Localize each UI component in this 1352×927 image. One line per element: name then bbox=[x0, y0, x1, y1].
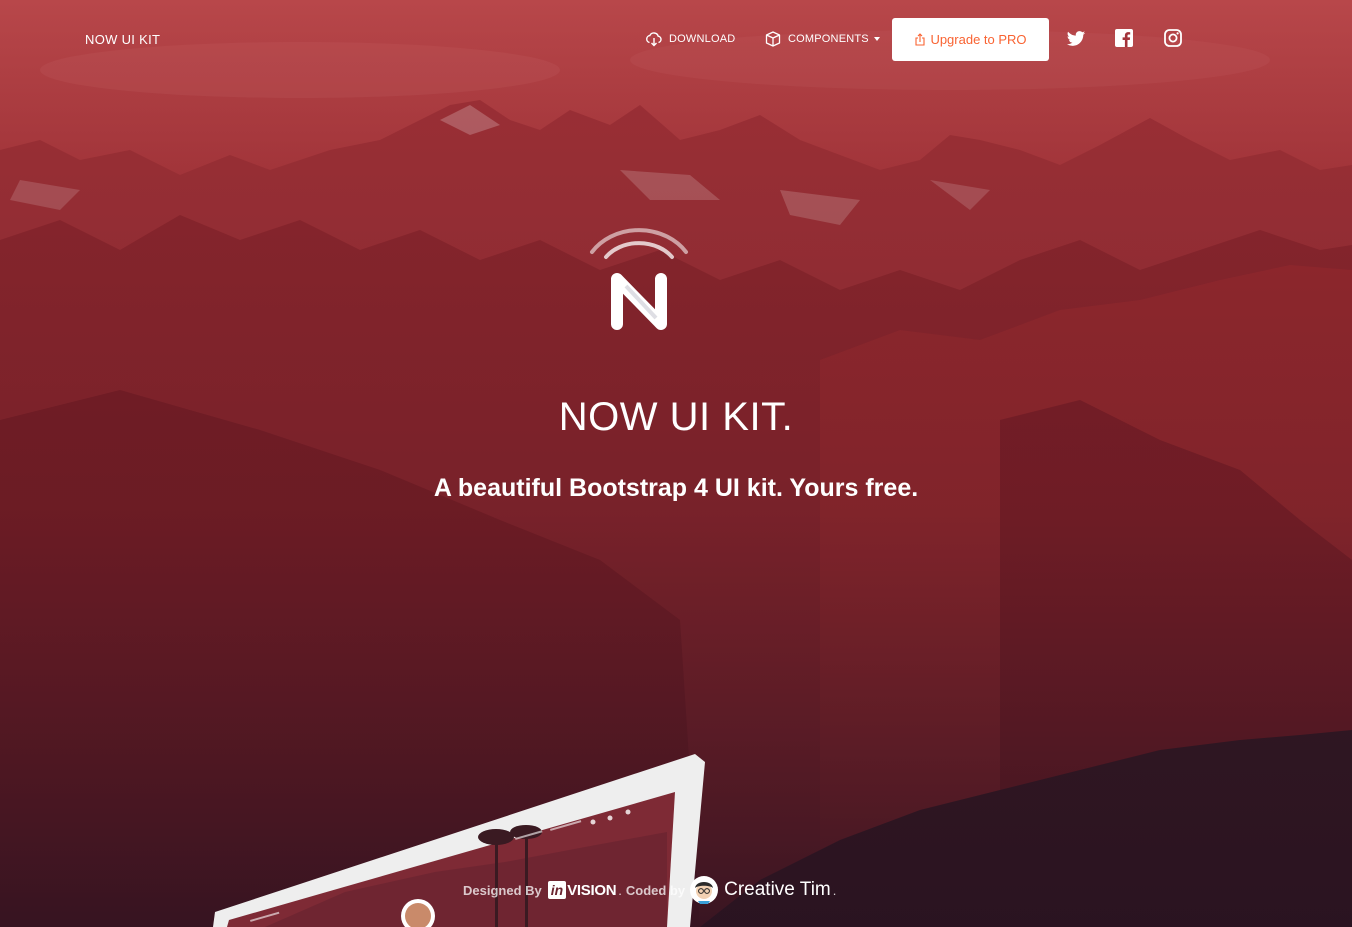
invision-logo-text: VISION bbox=[567, 881, 617, 899]
components-label: COMPONENTS bbox=[788, 33, 869, 45]
instagram-icon bbox=[1164, 29, 1182, 49]
navbar: NOW UI KIT DOWNLOAD COMPONENTS Upgrade t… bbox=[0, 0, 1352, 78]
twitter-icon bbox=[1066, 29, 1086, 49]
instagram-link[interactable] bbox=[1164, 29, 1184, 49]
now-ui-logo-icon bbox=[590, 228, 688, 330]
cloud-download-icon bbox=[645, 30, 663, 48]
hero-title: NOW UI KIT. bbox=[558, 394, 794, 439]
twitter-link[interactable] bbox=[1066, 29, 1086, 49]
upgrade-pro-label: Upgrade to PRO bbox=[930, 32, 1027, 47]
share-icon bbox=[914, 33, 926, 46]
facebook-icon bbox=[1115, 29, 1133, 49]
designed-by-label: Designed By bbox=[463, 882, 542, 898]
landing-page: NOW UI KIT DOWNLOAD COMPONENTS Upgrade t… bbox=[0, 0, 1352, 927]
separator-dot: . bbox=[618, 882, 622, 898]
brand-link[interactable]: NOW UI KIT bbox=[85, 32, 160, 47]
components-dropdown[interactable]: COMPONENTS bbox=[764, 30, 880, 48]
hero-subtitle: A beautiful Bootstrap 4 UI kit. Yours fr… bbox=[433, 474, 919, 502]
download-link[interactable]: DOWNLOAD bbox=[645, 30, 735, 48]
box-icon bbox=[764, 30, 782, 48]
coded-by-label: Coded by bbox=[625, 882, 686, 898]
download-label: DOWNLOAD bbox=[669, 33, 736, 45]
creative-tim-name: Creative Tim bbox=[724, 879, 831, 900]
upgrade-pro-button[interactable]: Upgrade to PRO bbox=[892, 18, 1049, 61]
end-dot: . bbox=[832, 882, 837, 898]
chevron-down-icon bbox=[873, 37, 880, 41]
facebook-link[interactable] bbox=[1115, 29, 1135, 49]
invision-logo-mark: in bbox=[547, 881, 567, 899]
creative-tim-avatar-icon bbox=[689, 875, 719, 905]
footer-credits: Designed By in VISION . Coded by Creativ… bbox=[463, 873, 836, 907]
creative-tim-link[interactable]: Creative Tim bbox=[685, 875, 831, 905]
invision-logo-link[interactable]: in VISION bbox=[547, 881, 617, 899]
